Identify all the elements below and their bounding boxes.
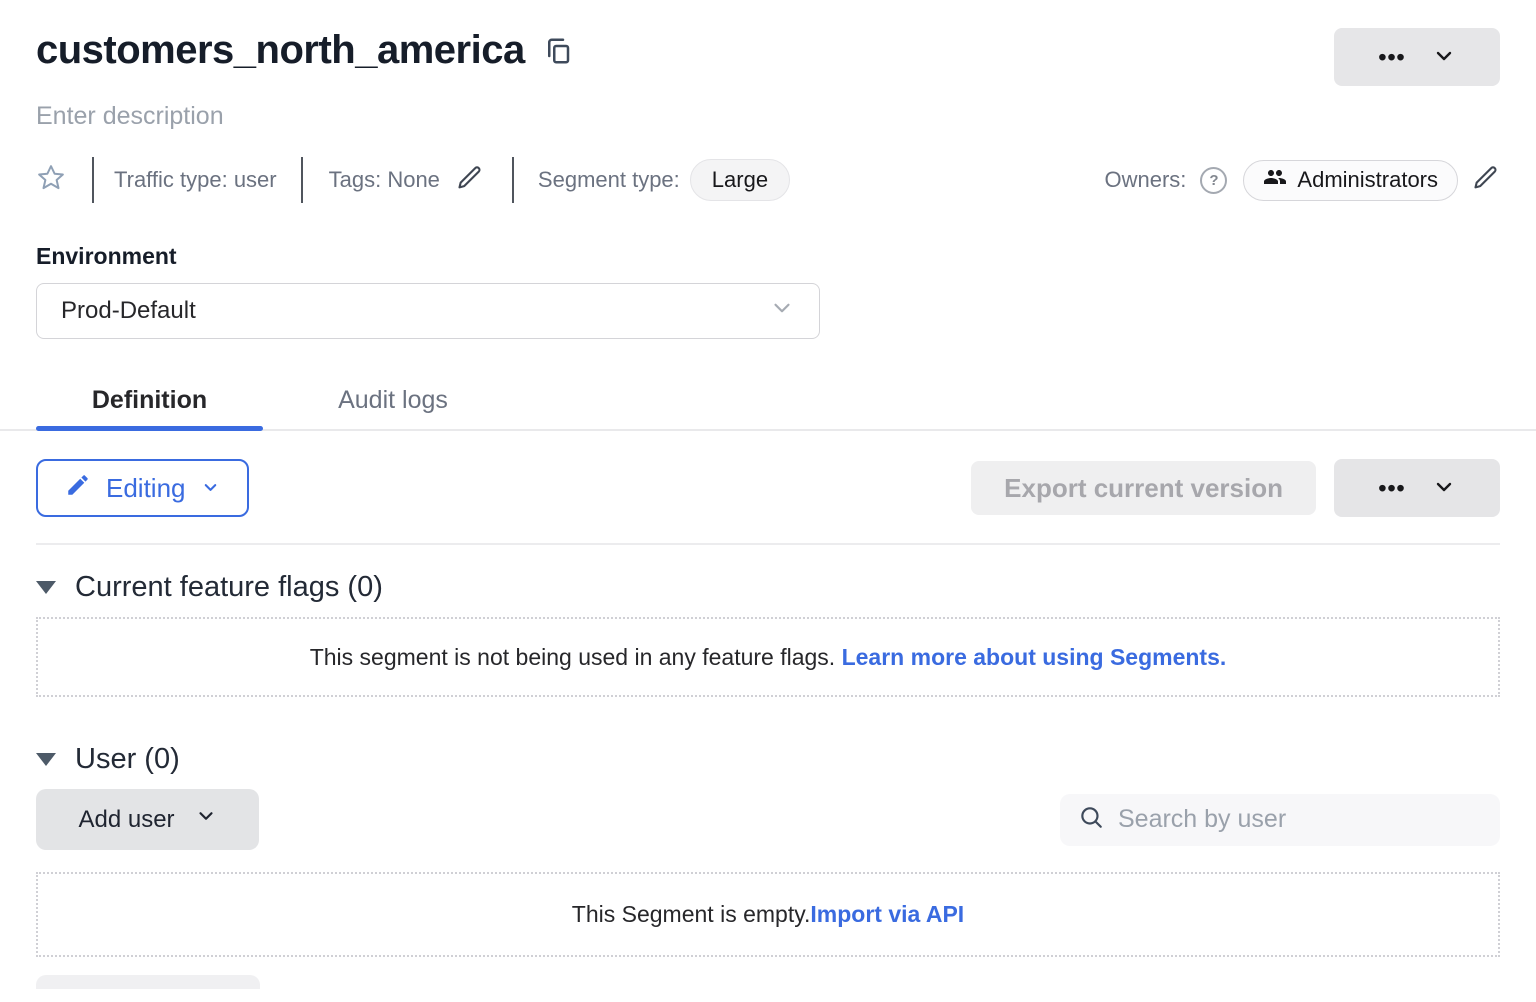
owners-pill[interactable]: Administrators: [1243, 160, 1458, 201]
chevron-down-icon: [1432, 44, 1456, 71]
traffic-type-label: Traffic type: user: [114, 167, 277, 193]
user-empty-box: This Segment is empty.Import via API: [36, 872, 1500, 957]
active-tab-indicator: [36, 426, 263, 431]
environment-label: Environment: [36, 243, 1500, 270]
tab-definition[interactable]: Definition: [36, 369, 263, 431]
chevron-down-icon: [1432, 475, 1456, 502]
tab-bar: Definition Audit logs: [36, 369, 1500, 431]
chevron-down-icon: [195, 805, 217, 834]
owners-label: Owners:: [1104, 167, 1186, 193]
description-placeholder[interactable]: Enter description: [36, 102, 1500, 131]
owners-group: Owners: ? Administrators: [1104, 160, 1500, 201]
divider: [301, 157, 303, 203]
feature-flags-section-header[interactable]: Current feature flags (0): [36, 571, 1500, 604]
tags-label: Tags: None: [329, 167, 440, 193]
add-user-label: Add user: [78, 806, 174, 834]
user-controls-row: Add user: [36, 789, 1500, 850]
toolbar: Editing Export current version •••: [36, 459, 1500, 517]
copy-icon[interactable]: [543, 36, 573, 66]
people-icon: [1263, 165, 1287, 195]
meta-row: Traffic type: user Tags: None Segment ty…: [36, 157, 1500, 203]
tab-audit-logs[interactable]: Audit logs: [263, 369, 523, 431]
next-section-button-cutoff: [36, 975, 260, 989]
environment-selected-value: Prod-Default: [61, 297, 196, 325]
environment-select[interactable]: Prod-Default: [36, 283, 820, 339]
feature-flags-empty-box: This segment is not being used in any fe…: [36, 617, 1500, 697]
header: customers_north_america •••: [36, 0, 1500, 86]
user-search-box: [1060, 794, 1500, 846]
chevron-down-icon: [769, 295, 795, 328]
chevron-down-icon: [201, 473, 220, 504]
edit-tags-pencil-icon[interactable]: [456, 164, 484, 197]
collapse-triangle-icon: [36, 753, 56, 766]
help-icon[interactable]: ?: [1200, 167, 1227, 194]
header-more-menu-button[interactable]: •••: [1334, 28, 1500, 86]
segment-empty-text: This Segment is empty.: [572, 901, 811, 927]
user-section-header[interactable]: User (0): [36, 743, 1500, 776]
toolbar-right: Export current version •••: [971, 459, 1500, 517]
collapse-triangle-icon: [36, 581, 56, 594]
feature-flags-section-title: Current feature flags (0): [75, 571, 383, 604]
title-wrap: customers_north_america: [36, 28, 573, 73]
import-via-api-link[interactable]: Import via API: [810, 901, 964, 927]
star-icon[interactable]: [36, 163, 66, 198]
editing-label: Editing: [106, 473, 186, 504]
editing-status-button[interactable]: Editing: [36, 459, 249, 517]
page-title: customers_north_america: [36, 28, 525, 73]
add-user-button[interactable]: Add user: [36, 789, 259, 850]
segment-type-label: Segment type:: [538, 167, 680, 193]
search-by-user-input[interactable]: [1116, 804, 1482, 835]
export-current-version-button[interactable]: Export current version: [971, 461, 1316, 515]
divider: [92, 157, 94, 203]
segment-type-badge: Large: [690, 159, 790, 201]
pencil-icon: [65, 472, 91, 505]
feature-flags-empty-text: This segment is not being used in any fe…: [310, 644, 842, 670]
edit-owners-pencil-icon[interactable]: [1472, 164, 1500, 197]
toolbar-more-menu-button[interactable]: •••: [1334, 459, 1500, 517]
owners-value: Administrators: [1297, 167, 1438, 193]
user-section-title: User (0): [75, 743, 180, 776]
ellipsis-icon: •••: [1378, 477, 1405, 500]
learn-more-link[interactable]: Learn more about using Segments.: [842, 644, 1227, 670]
search-icon: [1078, 804, 1104, 835]
divider: [512, 157, 514, 203]
section-divider: [36, 543, 1500, 545]
ellipsis-icon: •••: [1378, 46, 1405, 69]
segment-detail-page: customers_north_america ••• Enter descri…: [0, 0, 1536, 1002]
